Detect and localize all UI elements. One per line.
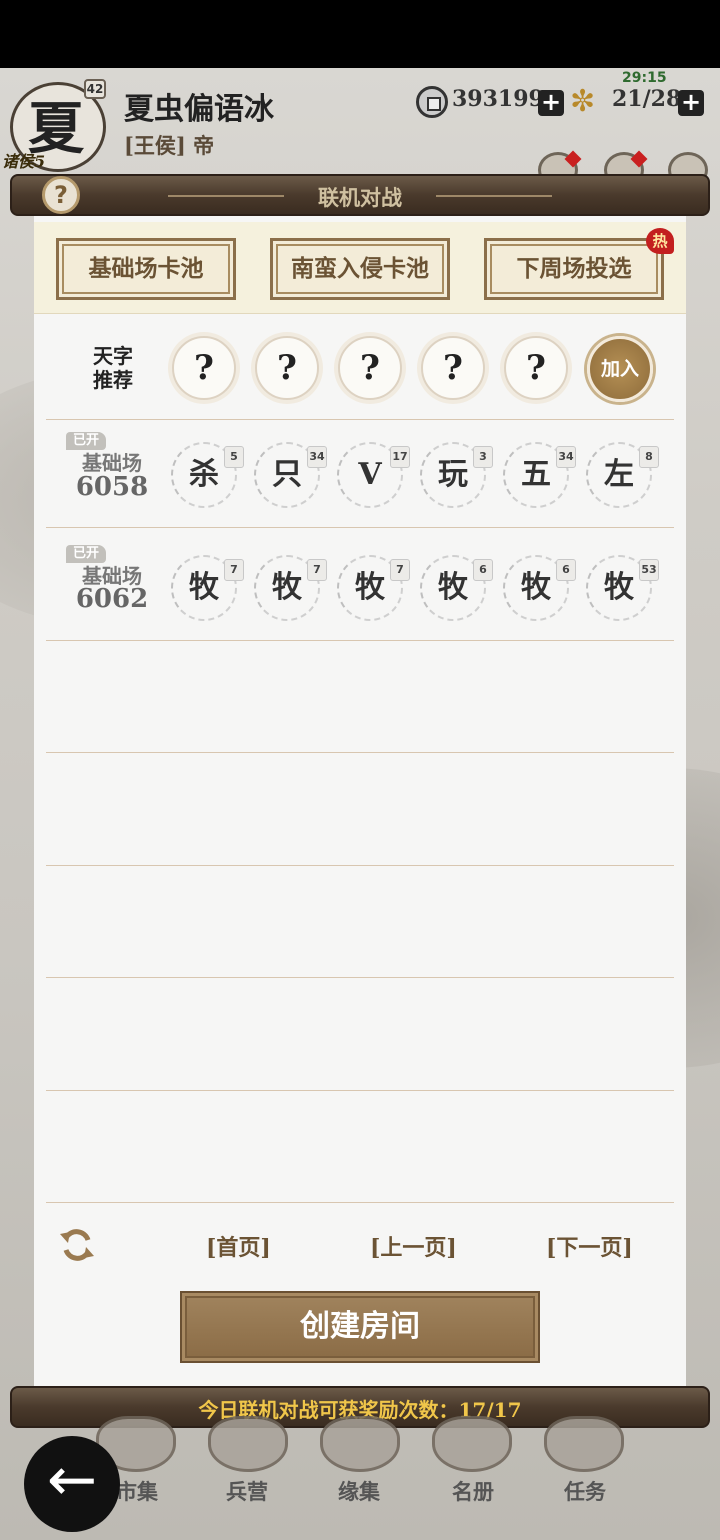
tab-basic-pool[interactable]: 基础场卡池 xyxy=(56,238,236,300)
prev-page-link[interactable]: [上一页] xyxy=(370,1230,457,1262)
room-id: 6058 xyxy=(75,472,149,502)
row-divider xyxy=(46,640,674,641)
player-rank-label: 诸侯5 xyxy=(2,152,46,171)
card-level: 34 xyxy=(556,446,576,468)
card-level: 3 xyxy=(473,446,493,468)
player-title: [王侯] 帝 xyxy=(124,133,215,158)
player-level-badge: 42 xyxy=(84,79,106,99)
row-divider xyxy=(46,865,674,866)
row-divider xyxy=(46,1202,674,1203)
recommend-label-line: 推荐 xyxy=(93,368,133,392)
card-level: 6 xyxy=(556,559,576,581)
nav-label-barracks[interactable]: 兵营 xyxy=(202,1476,292,1506)
nav-label-collection[interactable]: 缘集 xyxy=(314,1476,404,1506)
quest-icon[interactable] xyxy=(544,1416,624,1472)
row-divider xyxy=(46,977,674,978)
recommend-slot[interactable]: ? xyxy=(172,336,236,400)
nav-label-quests[interactable]: 任务 xyxy=(540,1476,630,1506)
barracks-icon[interactable] xyxy=(208,1416,288,1472)
card-level: 6 xyxy=(473,559,493,581)
create-room-button[interactable]: 创建房间 xyxy=(180,1291,540,1363)
tab-next-week-vote[interactable]: 下周场投选 xyxy=(484,238,664,300)
panel-title: 联机对战 xyxy=(318,185,402,210)
card-level: 5 xyxy=(224,446,244,468)
back-arrow-icon[interactable]: ← xyxy=(24,1436,120,1532)
roster-icon[interactable] xyxy=(432,1416,512,1472)
row-divider xyxy=(46,752,674,753)
card-level: 34 xyxy=(307,446,327,468)
add-coins-button[interactable]: + xyxy=(538,90,564,116)
wheat-icon: ✼ xyxy=(570,84,596,119)
first-page-link[interactable]: [首页] xyxy=(206,1230,271,1262)
refresh-icon[interactable] xyxy=(58,1226,96,1264)
recommend-label-line: 天字 xyxy=(93,344,133,368)
player-name: 夏虫偏语冰 xyxy=(124,92,274,127)
hot-badge: 热 xyxy=(646,228,674,254)
coin-icon xyxy=(416,86,448,118)
join-button[interactable]: 加入 xyxy=(587,336,653,402)
stamina-timer: 29:15 xyxy=(622,70,667,86)
tab-nanman-pool[interactable]: 南蛮入侵卡池 xyxy=(270,238,450,300)
recommend-slot[interactable]: ? xyxy=(255,336,319,400)
row-divider xyxy=(46,419,674,420)
recommend-slot[interactable]: ? xyxy=(504,336,568,400)
recommend-slot[interactable]: ? xyxy=(338,336,402,400)
coin-amount: 393199 xyxy=(452,86,544,112)
card-level: 53 xyxy=(639,559,659,581)
status-bar xyxy=(0,0,720,68)
card-level: 7 xyxy=(307,559,327,581)
recommend-label: 天字 推荐 xyxy=(76,344,150,392)
card-level: 17 xyxy=(390,446,410,468)
recommend-slot[interactable]: ? xyxy=(421,336,485,400)
card-level: 8 xyxy=(639,446,659,468)
nav-label-roster[interactable]: 名册 xyxy=(428,1476,518,1506)
add-stamina-button[interactable]: + xyxy=(678,90,704,116)
stamina-amount: 21/28 xyxy=(612,86,682,112)
card-level: 7 xyxy=(224,559,244,581)
next-page-link[interactable]: [下一页] xyxy=(546,1230,633,1262)
row-divider xyxy=(46,1090,674,1091)
card-level: 7 xyxy=(390,559,410,581)
row-divider xyxy=(46,527,674,528)
collection-icon[interactable] xyxy=(320,1416,400,1472)
help-button[interactable]: ? xyxy=(42,176,80,214)
room-id: 6062 xyxy=(75,584,149,614)
